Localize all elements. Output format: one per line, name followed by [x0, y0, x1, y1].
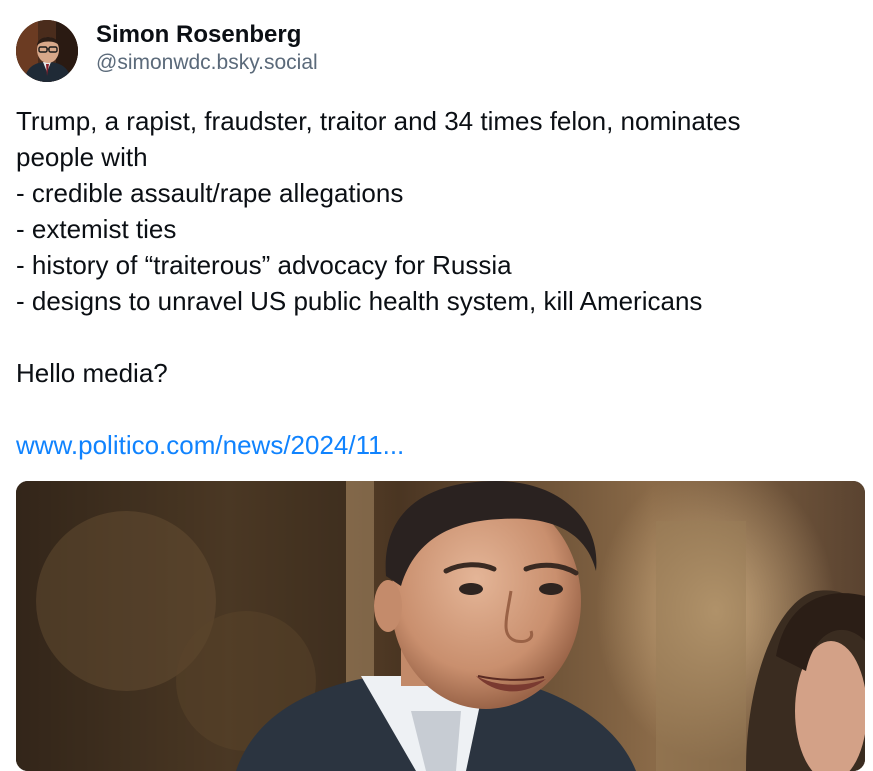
post-line: people with [16, 142, 148, 172]
post-link[interactable]: www.politico.com/news/2024/11... [16, 427, 861, 463]
line-spacer [16, 319, 861, 355]
author-names: Simon Rosenberg @simonwdc.bsky.social [96, 20, 318, 76]
post-body: Trump, a rapist, fraudster, traitor and … [16, 103, 861, 463]
post-line: Trump, a rapist, fraudster, traitor and … [16, 106, 741, 136]
post-closing-line: Hello media? [16, 358, 168, 388]
line-spacer [16, 391, 861, 427]
post-header: Simon Rosenberg @simonwdc.bsky.social [16, 20, 318, 82]
post-line: - credible assault/rape allegations [16, 178, 404, 208]
person-avatar-icon[interactable] [16, 20, 78, 82]
post-line: - extemist ties [16, 214, 177, 244]
author-handle[interactable]: @simonwdc.bsky.social [96, 50, 318, 76]
post-line: - history of “traiterous” advocacy for R… [16, 250, 512, 280]
photo-man-in-suit-icon [16, 481, 865, 771]
embedded-image[interactable] [16, 481, 865, 771]
post-line: - designs to unravel US public health sy… [16, 286, 703, 316]
author-display-name[interactable]: Simon Rosenberg [96, 20, 318, 50]
post-card: Simon Rosenberg @simonwdc.bsky.social Tr… [0, 0, 873, 771]
